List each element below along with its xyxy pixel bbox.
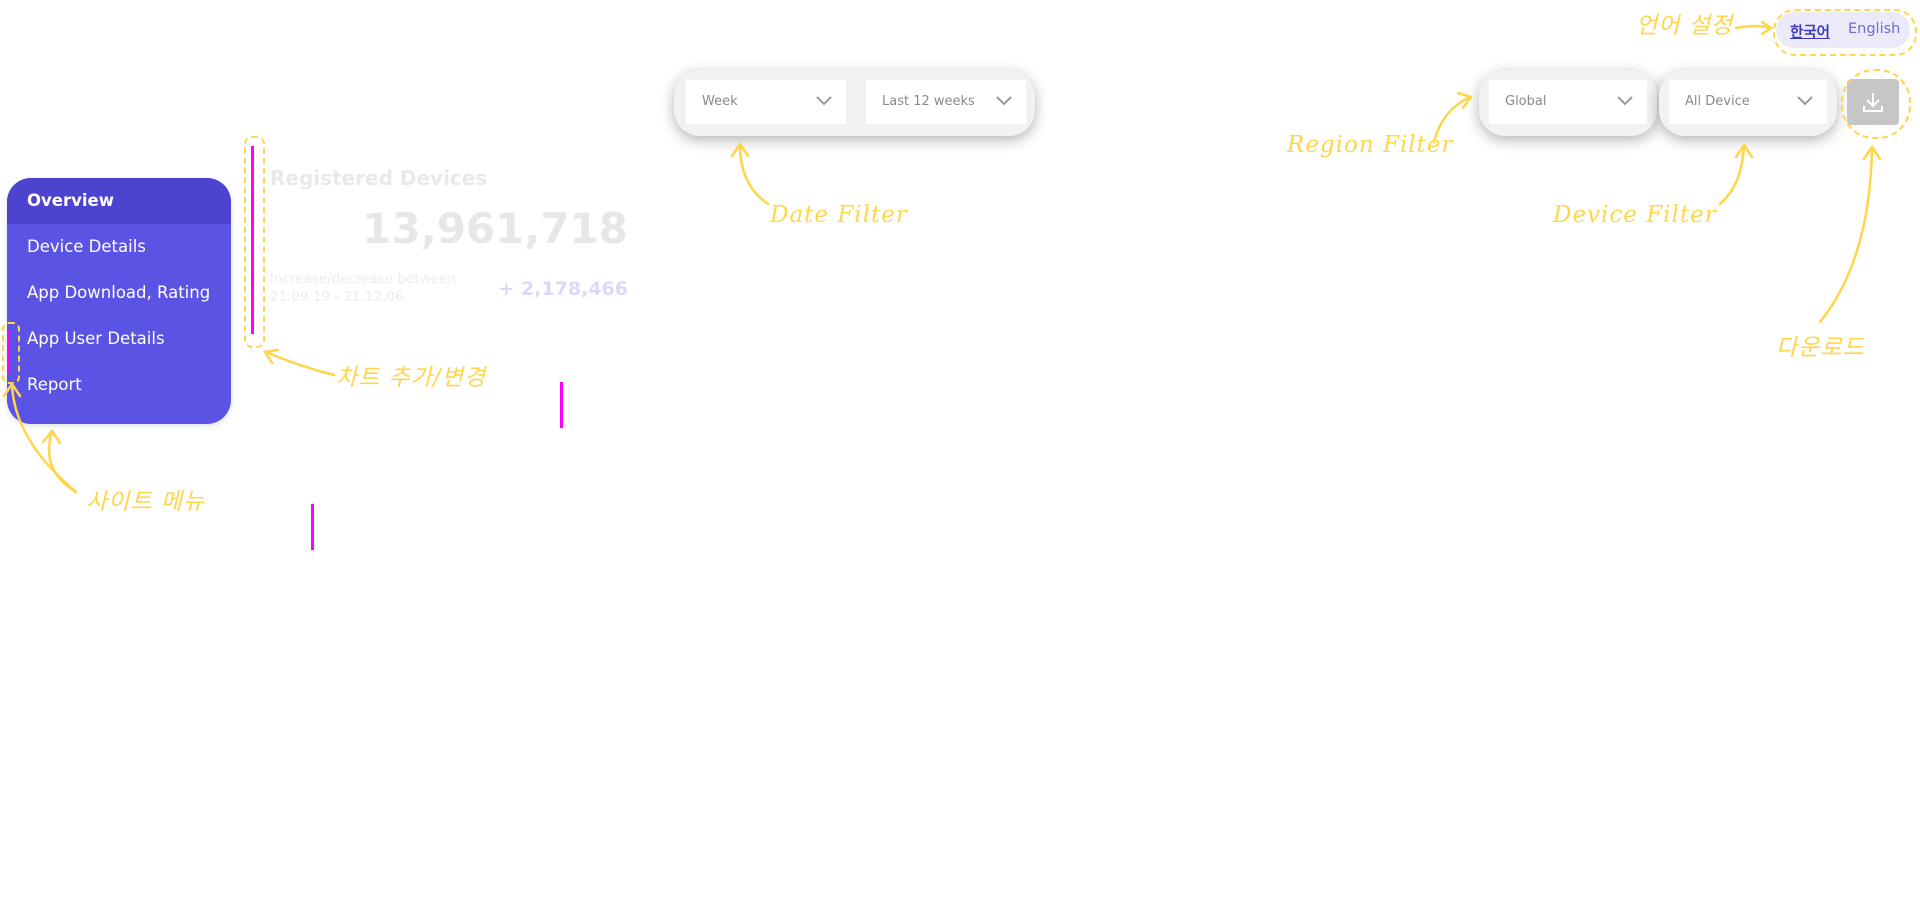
menu-item-overview[interactable]: Overview [7,178,231,224]
annotation-site-menu: 사이트 메뉴 [86,489,206,515]
menu-item-app-user-details[interactable]: App User Details [7,316,231,362]
registered-devices-change: + 2,178,466 [498,278,628,300]
region-select[interactable]: Global [1489,80,1647,124]
registered-devices-title: Registered Devices [270,166,488,190]
chart-bar-highlight [244,136,265,348]
download-highlight [1841,69,1911,139]
annotation-chart-change: 차트 추가/변경 [336,365,487,391]
device-select-value: All Device [1685,94,1750,109]
annotation-language-setting: 언어 설정 [1636,13,1733,39]
period-note-line2: 21.09.19 - 21.12.06 [270,289,404,305]
region-select-value: Global [1505,94,1547,109]
chevron-down-icon [1797,96,1813,106]
chevron-down-icon [1617,96,1633,106]
period-note-line1: Increase/decrease between [270,271,456,287]
registered-devices-value: 13,961,718 [362,204,628,253]
annotation-region-filter: Region Filter [1287,132,1454,158]
annotation-device-filter: Device Filter [1553,202,1717,228]
device-select[interactable]: All Device [1669,80,1827,124]
annotation-download: 다운로드 [1776,335,1865,361]
chevron-down-icon [816,96,832,106]
menu-item-report[interactable]: Report [7,362,231,408]
range-select[interactable]: Last 12 weeks [866,80,1026,124]
chevron-down-icon [996,96,1012,106]
period-select[interactable]: Week [686,80,846,124]
menu-active-marker [7,330,10,374]
annotation-date-filter: Date Filter [770,202,908,228]
side-menu: Overview Device Details App Download, Ra… [7,178,231,424]
menu-item-device-details[interactable]: Device Details [7,224,231,270]
chart-marker [311,504,314,550]
menu-indicator-highlight [2,322,20,384]
registered-devices-period-note: Increase/decrease between 21.09.19 - 21.… [270,270,456,306]
range-select-value: Last 12 weeks [882,94,975,109]
period-select-value: Week [702,94,738,109]
chart-edit-marker [251,146,254,334]
chart-marker [560,382,563,428]
menu-item-app-download-rating[interactable]: App Download, Rating [7,270,231,316]
language-highlight [1773,9,1917,56]
